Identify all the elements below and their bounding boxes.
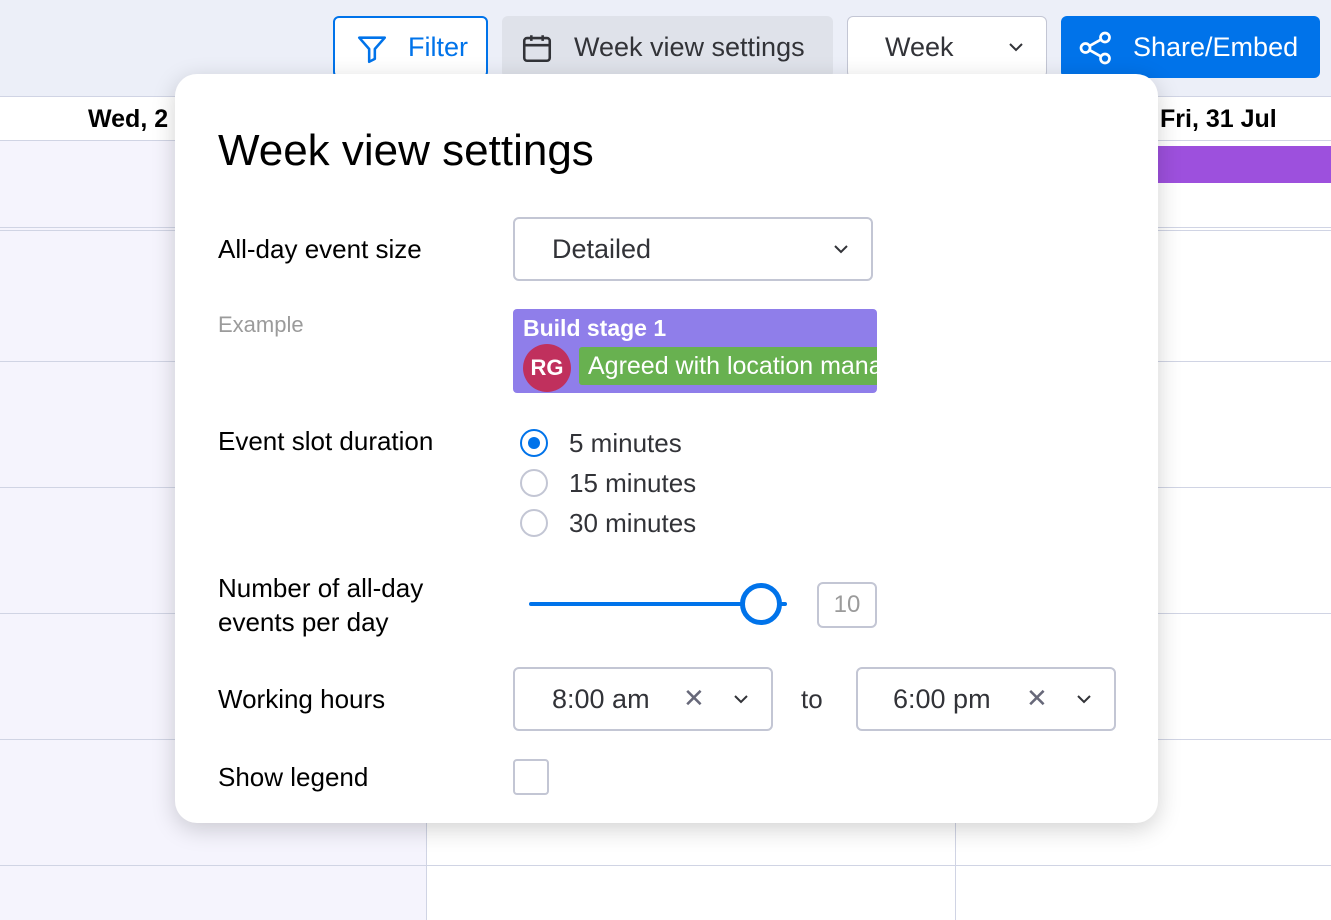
day-divider (426, 817, 427, 920)
filter-button[interactable]: Filter (333, 16, 488, 78)
day-divider (955, 817, 956, 920)
event-slot-duration-label: Event slot duration (218, 426, 434, 456)
calendar-icon (522, 35, 552, 63)
chevron-down-icon (1009, 43, 1023, 52)
working-hours-to-select[interactable]: 6:00 pm ✕ (856, 667, 1116, 731)
all-day-event-bar[interactable] (1157, 146, 1331, 183)
radio-5-minutes[interactable] (520, 429, 548, 457)
day-header-wed[interactable]: Wed, 2 (88, 97, 168, 141)
all-day-events-value: 10 (817, 582, 877, 628)
clear-icon[interactable]: ✕ (683, 683, 705, 714)
view-mode-select[interactable]: Week (847, 16, 1047, 78)
filter-icon (357, 36, 387, 64)
radio-30-minutes[interactable] (520, 509, 548, 537)
filter-label: Filter (408, 31, 468, 62)
all-day-events-slider-thumb[interactable] (740, 583, 782, 625)
popover-title: Week view settings (218, 126, 594, 175)
radio-label-30-minutes[interactable]: 30 minutes (569, 508, 696, 539)
share-embed-button[interactable]: Share/Embed (1061, 16, 1320, 78)
all-day-event-size-select[interactable]: Detailed (513, 217, 873, 281)
hour-gridline (0, 865, 1331, 866)
radio-label-15-minutes[interactable]: 15 minutes (569, 468, 696, 499)
radio-label-5-minutes[interactable]: 5 minutes (569, 428, 682, 459)
show-legend-label: Show legend (218, 762, 369, 792)
show-legend-checkbox[interactable] (513, 759, 549, 795)
example-event-preview: Build stage 1 RG Agreed with location ma… (513, 309, 877, 393)
chevron-down-icon (1077, 695, 1091, 704)
all-day-event-size-value: Detailed (552, 234, 652, 264)
week-view-settings-button[interactable]: Week view settings (502, 16, 833, 78)
example-event-title: Build stage 1 (523, 315, 667, 341)
all-day-event-size-label: All-day event size (218, 234, 422, 264)
working-hours-to-value: 6:00 pm (893, 684, 991, 714)
clear-icon[interactable]: ✕ (1026, 683, 1048, 714)
status-tag: Agreed with location manager (579, 347, 877, 385)
avatar: RG (523, 344, 571, 392)
working-hours-to-label: to (801, 684, 823, 714)
view-mode-value: Week (885, 31, 954, 62)
day-header-fri[interactable]: Fri, 31 Jul (1160, 97, 1277, 141)
share-icon (1079, 31, 1111, 65)
week-view-settings-label: Week view settings (574, 31, 805, 62)
working-hours-from-value: 8:00 am (552, 684, 650, 714)
example-label: Example (218, 312, 304, 337)
working-hours-from-select[interactable]: 8:00 am ✕ (513, 667, 773, 731)
working-hours-label: Working hours (218, 684, 386, 714)
radio-15-minutes[interactable] (520, 469, 548, 497)
all-day-events-label-line1: Number of all-day (218, 573, 424, 603)
all-day-events-label-line2: events per day (218, 607, 389, 637)
chevron-down-icon (834, 245, 848, 254)
chevron-down-icon (734, 695, 748, 704)
week-view-settings-popover: Week view settings All-day event size De… (175, 74, 1158, 823)
share-embed-label: Share/Embed (1133, 31, 1299, 62)
